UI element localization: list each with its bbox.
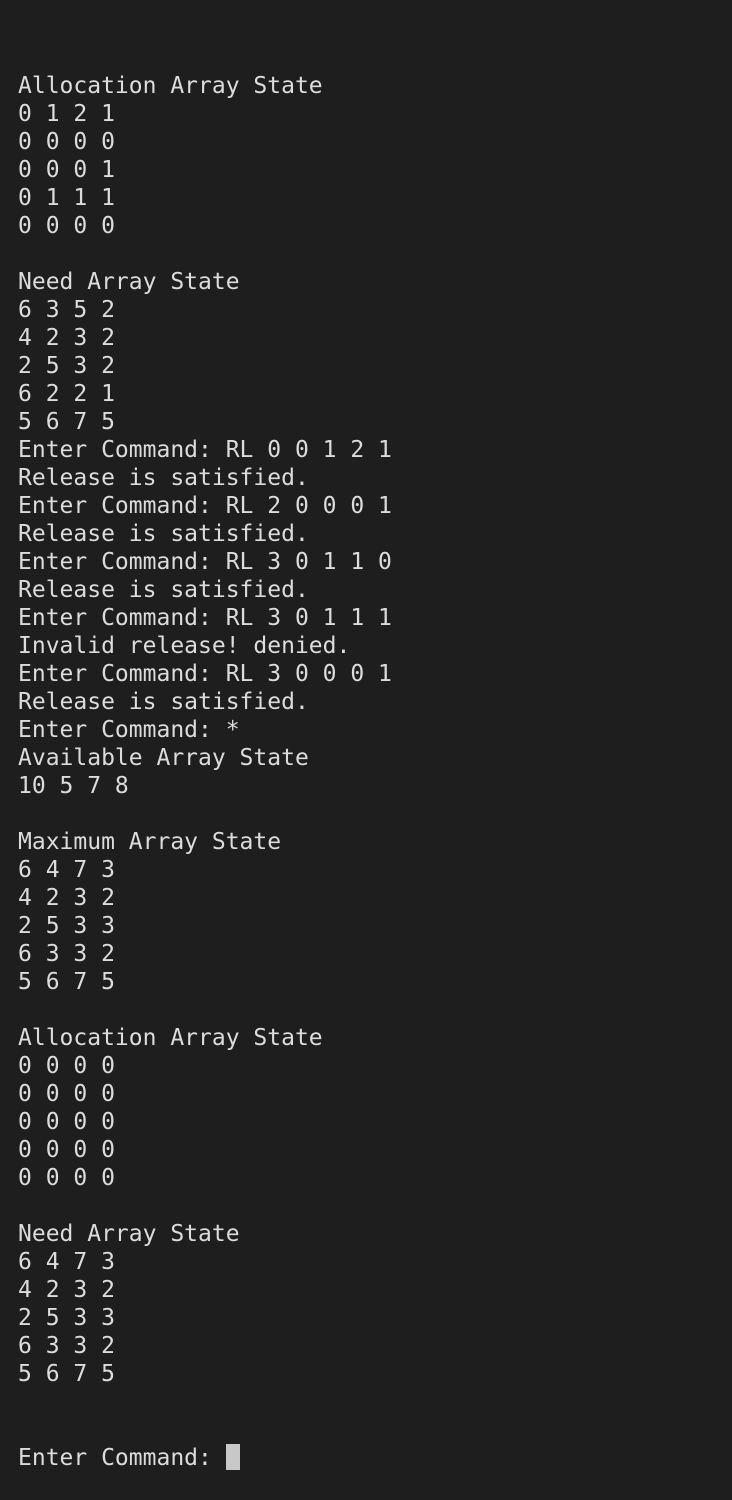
output-line: Available Array State — [18, 745, 309, 771]
output-line: Need Array State — [18, 1221, 240, 1247]
output-line: 4 2 3 2 — [18, 325, 115, 351]
output-line: 5 6 7 5 — [18, 409, 115, 435]
output-line: 0 0 0 0 — [18, 213, 115, 239]
output-line: 5 6 7 5 — [18, 969, 115, 995]
output-line: 6 4 7 3 — [18, 1249, 115, 1275]
output-line: 10 5 7 8 — [18, 773, 129, 799]
output-line: Enter Command: * — [18, 717, 240, 743]
terminal-output: Allocation Array State 0 1 2 10 0 0 00 0 … — [18, 16, 732, 1500]
output-line: Allocation Array State — [18, 73, 323, 99]
output-line: Enter Command: RL 3 0 1 1 1 — [18, 605, 392, 631]
output-line: 6 2 2 1 — [18, 381, 115, 407]
output-line: 0 1 2 1 — [18, 101, 115, 127]
output-line: 6 3 3 2 — [18, 941, 115, 967]
command-prompt-line[interactable]: Enter Command: — [18, 1444, 732, 1472]
output-line: Allocation Array State — [18, 1025, 323, 1051]
output-line: 4 2 3 2 — [18, 1277, 115, 1303]
output-line: 0 0 0 1 — [18, 157, 115, 183]
output-line: 6 3 5 2 — [18, 297, 115, 323]
output-lines: Allocation Array State 0 1 2 10 0 0 00 0 … — [18, 72, 732, 1388]
output-line: Enter Command: RL 2 0 0 0 1 — [18, 493, 392, 519]
output-line: Invalid release! denied. — [18, 633, 351, 659]
output-line: 0 0 0 0 — [18, 1165, 115, 1191]
output-line: 0 0 0 0 — [18, 1137, 115, 1163]
output-line: Enter Command: RL 0 0 1 2 1 — [18, 437, 392, 463]
output-line: 0 0 0 0 — [18, 1053, 115, 1079]
output-line: 2 5 3 3 — [18, 913, 115, 939]
output-line: Maximum Array State — [18, 829, 282, 855]
output-line: 6 3 3 2 — [18, 1333, 115, 1359]
output-line: Enter Command: RL 3 0 0 0 1 — [18, 661, 392, 687]
output-line: Release is satisfied. — [18, 689, 309, 715]
output-line: Enter Command: RL 3 0 1 1 0 — [18, 549, 392, 575]
output-line: 0 1 1 1 — [18, 185, 115, 211]
text-cursor — [225, 1444, 240, 1470]
output-line: Release is satisfied. — [18, 521, 309, 547]
command-prompt: Enter Command: — [18, 1445, 226, 1471]
output-line: 6 4 7 3 — [18, 857, 115, 883]
output-line: 0 0 0 0 — [18, 1109, 115, 1135]
output-line: Need Array State — [18, 269, 240, 295]
output-line: Release is satisfied. — [18, 465, 309, 491]
output-line: 0 0 0 0 — [18, 1081, 115, 1107]
output-line: 0 0 0 0 — [18, 129, 115, 155]
output-line: 5 6 7 5 — [18, 1361, 115, 1387]
output-line: 2 5 3 2 — [18, 353, 115, 379]
output-line: Release is satisfied. — [18, 577, 309, 603]
output-line: 2 5 3 3 — [18, 1305, 115, 1331]
output-line: 4 2 3 2 — [18, 885, 115, 911]
